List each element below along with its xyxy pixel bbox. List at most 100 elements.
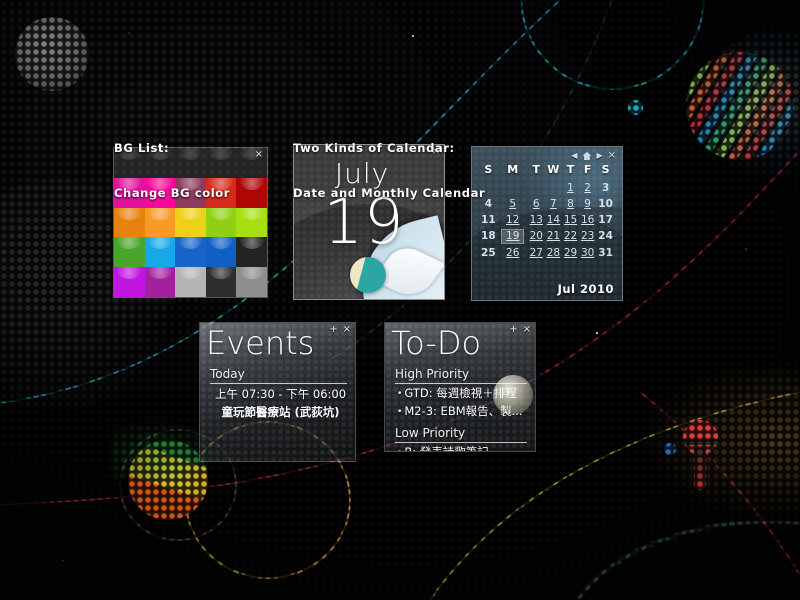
calendar-day-10[interactable]: 10	[596, 196, 615, 212]
todo-widget[interactable]: To-Do High Priority • GTD: 每週檢視＋排程 • M2-3: E…	[384, 322, 536, 452]
next-month-icon[interactable]: ▶	[596, 151, 602, 161]
bg-swatch-blue[interactable]	[175, 237, 206, 268]
calendar-day-29[interactable]: 29	[562, 245, 579, 261]
calendar-week-row: 11 12 13 14 15 16 17	[479, 212, 615, 228]
wallpaper-star-4	[596, 332, 598, 334]
calendar-weekday-1: M	[507, 163, 519, 176]
bg-swatch-cyan-blue[interactable]	[144, 237, 176, 268]
calendar-week-row: 4 5 6 7 8 9 10	[479, 196, 615, 212]
calendar-day-18[interactable]: 18	[479, 228, 498, 245]
close-icon[interactable]: ×	[255, 150, 263, 160]
annotation-bg-list-line1: BG List:	[114, 141, 170, 155]
calendar-day-20[interactable]: 20	[528, 228, 545, 245]
todo-section-heading-1: Low Priority	[395, 426, 527, 443]
todo-bullet-icon: •	[397, 448, 402, 451]
bg-swatch-silver[interactable]	[175, 267, 206, 297]
calendar-day-23[interactable]: 23	[579, 228, 596, 245]
calendar-day-16[interactable]: 16	[579, 212, 596, 228]
close-icon[interactable]: ×	[523, 325, 531, 335]
todo-item-label: GTD: 每週檢視＋排程	[404, 386, 517, 400]
wallpaper-cyan-dot	[628, 100, 643, 115]
calendar-week-row: 123	[479, 180, 615, 196]
annotation-bg-list: BG List: Change BG color	[114, 111, 230, 216]
calendar-day-9[interactable]: 9	[579, 196, 596, 212]
calendar-day-3[interactable]: 3	[596, 180, 615, 196]
calendar-table[interactable]: SMTWTFS 1 2 3 4 5 6 7 8 9 10 11 12 13 14 15 16 17 18 19 20 2…	[479, 162, 615, 261]
calendar-weekday-2: T	[532, 163, 540, 176]
calendar-day-12[interactable]: 12	[498, 212, 528, 228]
calendar-day-30[interactable]: 30	[579, 245, 596, 261]
bg-swatch-dark-red[interactable]	[236, 177, 267, 208]
moon-phase-icon	[350, 257, 386, 293]
close-icon[interactable]: ×	[343, 325, 351, 335]
calendar-day-empty	[545, 180, 562, 196]
todo-section-heading-0: High Priority	[395, 367, 527, 384]
event-name[interactable]: 童玩節醫療站 (武荻坑)	[212, 404, 349, 420]
wallpaper-corner-glow	[640, 360, 800, 520]
bg-swatch-grey[interactable]	[236, 267, 267, 297]
calendar-day-13[interactable]: 13	[528, 212, 545, 228]
prev-month-icon[interactable]: ◀	[571, 151, 577, 161]
event-time: 上午 07:30 - 下午 06:00	[214, 387, 347, 401]
calendar-selected-day-highlight: 19	[501, 229, 525, 244]
calendar-day-21[interactable]: 21	[545, 228, 562, 245]
add-todo-icon[interactable]: +	[509, 325, 517, 335]
calendar-day-28[interactable]: 28	[545, 245, 562, 261]
desktop-wallpaper	[0, 0, 800, 600]
calendar-day-27[interactable]: 27	[528, 245, 545, 261]
add-event-icon[interactable]: +	[329, 325, 337, 335]
calendar-day-25[interactable]: 25	[479, 245, 498, 261]
calendar-week-row: 25 26 27 28 29 30 31	[479, 245, 615, 261]
calendar-day-5[interactable]: 5	[498, 196, 528, 212]
annotation-calendars: Two Kinds of Calendar: Date and Monthly …	[293, 111, 485, 216]
todo-item[interactable]: •B: 發表詩歌筆記	[397, 444, 531, 451]
calendar-day-empty	[528, 180, 545, 196]
todo-item[interactable]: • GTD: 每週檢視＋排程	[397, 385, 531, 402]
calendar-day-22[interactable]: 22	[562, 228, 579, 245]
wallpaper-star-2	[412, 35, 414, 37]
todo-titlebar: + ×	[505, 323, 535, 337]
calendar-day-8[interactable]: 8	[562, 196, 579, 212]
wallpaper-star-3	[745, 248, 747, 250]
home-icon[interactable]	[582, 152, 592, 160]
wallpaper-star-1	[128, 32, 130, 34]
calendar-day-19[interactable]: 19	[498, 228, 528, 245]
todo-item[interactable]: • M2-3: EBM報告、製...	[397, 403, 531, 420]
annotation-calendars-line1: Two Kinds of Calendar:	[293, 141, 455, 155]
bg-swatch-dark-magenta[interactable]	[144, 267, 176, 297]
calendar-day-2[interactable]: 2	[579, 180, 596, 196]
calendar-week-row: 18 19 20 21 22 23 24	[479, 228, 615, 245]
bg-swatch-purple[interactable]	[114, 267, 145, 297]
monthly-calendar-widget[interactable]: ◀ ▶ × SMTWTFS 1 2 3 4 5 6 7 8 9 10 11 12 13 14 15 16 17 1…	[471, 146, 623, 301]
calendar-weekday-5: F	[583, 163, 592, 176]
wallpaper-star-5	[62, 560, 64, 562]
bg-swatch-charcoal[interactable]	[205, 267, 237, 297]
events-widget[interactable]: Events Today 上午 07:30 - 下午 06:00 童玩節醫療站 …	[199, 322, 356, 462]
calendar-day-31[interactable]: 31	[596, 245, 615, 261]
events-titlebar: + ×	[325, 323, 355, 337]
calendar-day-26[interactable]: 26	[498, 245, 528, 261]
calendar-body[interactable]: 1 2 3 4 5 6 7 8 9 10 11 12 13 14 15 16 17 18 19 20 21 22 23 24 2…	[479, 180, 615, 261]
close-icon[interactable]: ×	[608, 151, 616, 161]
bg-swatch-deep-blue[interactable]	[205, 237, 237, 268]
bg-swatch-green[interactable]	[114, 237, 145, 268]
annotation-calendars-line2: Date and Monthly Calendar	[293, 186, 486, 200]
calendar-grid-container: SMTWTFS 1 2 3 4 5 6 7 8 9 10 11 12 13 14 15 16 17 18 19 20 2…	[472, 147, 622, 261]
todo-bullet-icon: •	[397, 407, 403, 417]
calendar-day-1[interactable]: 1	[562, 180, 579, 196]
bg-swatch-near-black[interactable]	[236, 237, 267, 268]
calendar-day-15[interactable]: 15	[562, 212, 579, 228]
calendar-titlebar: ◀ ▶ ×	[567, 149, 620, 163]
calendar-day-14[interactable]: 14	[545, 212, 562, 228]
todo-sections[interactable]: High Priority • GTD: 每週檢視＋排程 • M2-3: EBM報告、製…	[385, 367, 535, 451]
calendar-day-17[interactable]: 17	[596, 212, 615, 228]
calendar-day-6[interactable]: 6	[528, 196, 545, 212]
bg-swatch-lime[interactable]	[236, 207, 267, 238]
calendar-day-7[interactable]: 7	[545, 196, 562, 212]
bg-list-titlebar: ×	[251, 148, 267, 162]
calendar-weekday-3: W	[547, 163, 560, 176]
calendar-footer-label: Jul 2010	[557, 282, 614, 296]
todo-bullet-icon: •	[397, 389, 403, 399]
calendar-weekday-header-row: SMTWTFS	[479, 162, 615, 180]
calendar-day-24[interactable]: 24	[596, 228, 615, 245]
